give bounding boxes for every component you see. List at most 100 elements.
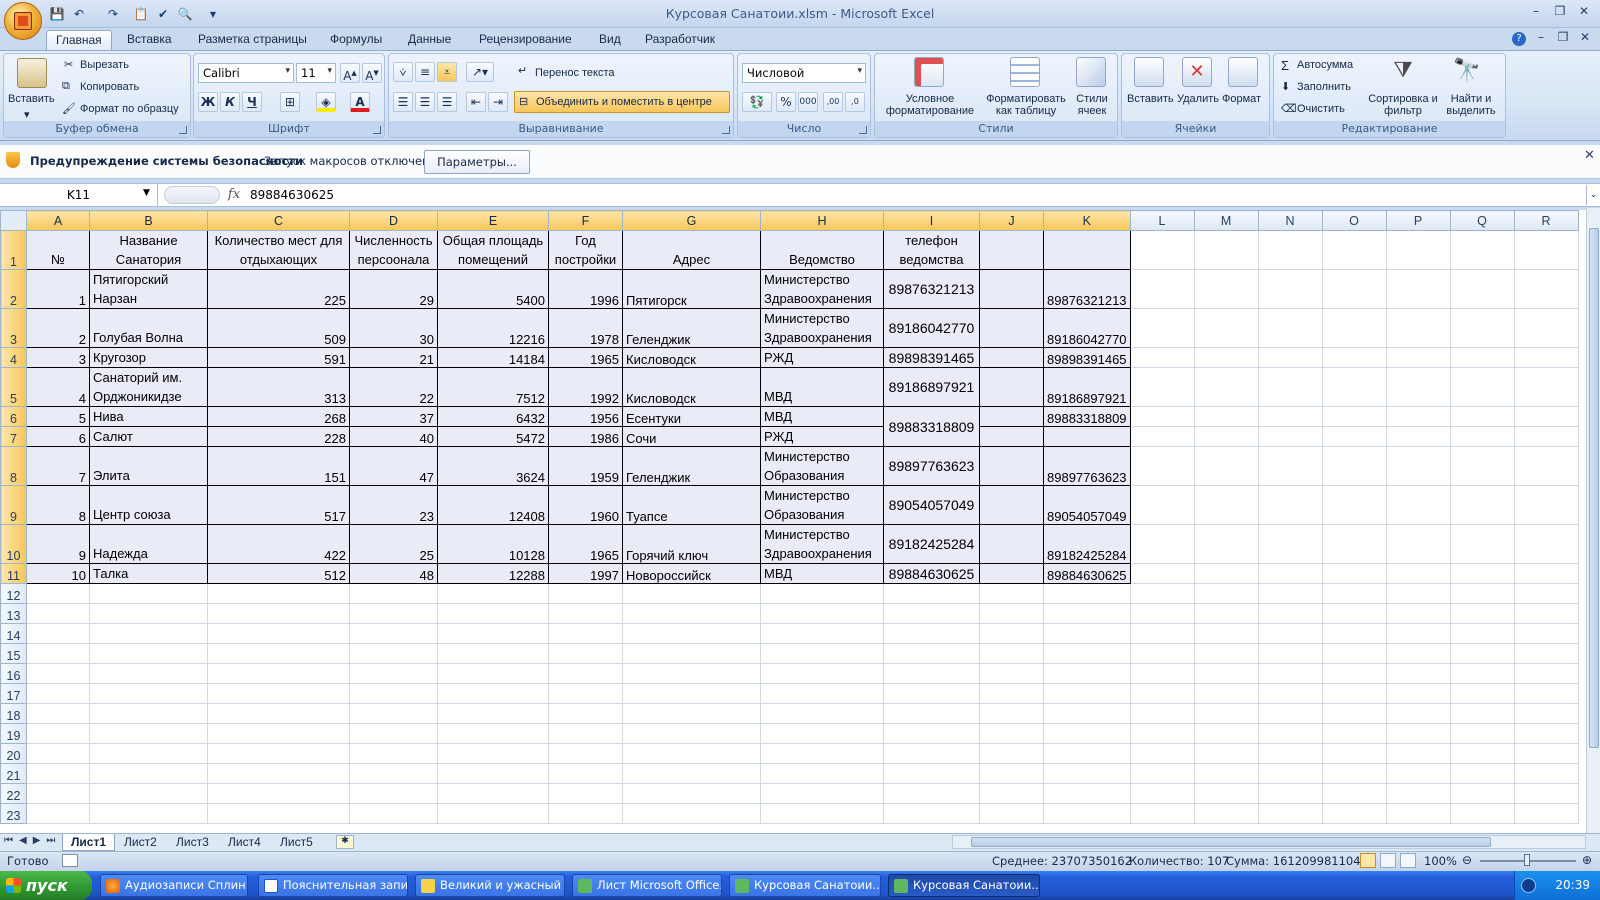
cell-phone[interactable]: 89883318809 [883, 406, 980, 447]
cell[interactable] [1129, 367, 1195, 407]
cell[interactable] [760, 643, 884, 664]
format-as-table-icon[interactable] [1010, 57, 1040, 87]
cell-places[interactable]: 591 [207, 347, 350, 368]
cell[interactable] [1449, 426, 1515, 447]
cell[interactable] [1193, 683, 1259, 704]
cell[interactable] [437, 783, 549, 804]
cell-n[interactable]: 9 [26, 524, 90, 564]
cell[interactable] [207, 643, 350, 664]
insert-cells-button[interactable]: Вставить [1127, 93, 1174, 105]
cell[interactable] [622, 763, 761, 784]
formula-input[interactable]: 89884630625 [250, 184, 334, 206]
cell[interactable] [1513, 230, 1579, 270]
cell[interactable] [1513, 524, 1579, 564]
cut-icon[interactable]: ✂ [64, 58, 73, 71]
cell[interactable] [1193, 367, 1259, 407]
format-painter-button[interactable]: Формат по образцу [80, 103, 179, 115]
dialog-launcher-icon[interactable] [722, 126, 730, 134]
cell-staff[interactable]: 21 [349, 347, 438, 368]
cell[interactable] [437, 663, 549, 684]
cell-styles-icon[interactable] [1076, 57, 1106, 87]
cell-area[interactable]: 3624 [437, 446, 549, 486]
cell[interactable] [1513, 763, 1579, 784]
formula-bar-splitter[interactable] [164, 186, 220, 204]
cell[interactable] [1129, 763, 1195, 784]
tab-formulas[interactable]: Формулы [321, 30, 391, 50]
cell-city[interactable]: Есентуки [622, 406, 761, 427]
cell[interactable] [1321, 703, 1387, 724]
cell[interactable] [979, 308, 1044, 348]
cell-n[interactable]: 4 [26, 367, 90, 407]
cell[interactable] [1449, 406, 1515, 427]
cell-year[interactable]: 1992 [548, 367, 623, 407]
cell[interactable] [1449, 643, 1515, 664]
insert-function-icon[interactable]: fx [222, 184, 246, 206]
sheet-tab-2[interactable]: Лист2 [116, 834, 165, 851]
tab-page-layout[interactable]: Разметка страницы [189, 30, 316, 50]
cell[interactable] [1193, 723, 1259, 744]
cell[interactable] [1513, 723, 1579, 744]
cell[interactable] [1129, 623, 1195, 644]
cell[interactable] [1129, 485, 1195, 525]
cell[interactable] [1257, 308, 1323, 348]
font-size-select[interactable]: 11 [296, 63, 336, 83]
conditional-formatting-button[interactable]: Условное форматирование [880, 93, 980, 117]
cell[interactable] [437, 643, 549, 664]
cell[interactable] [26, 783, 90, 804]
cell[interactable] [1513, 406, 1579, 427]
cell[interactable] [1129, 723, 1195, 744]
cell[interactable] [1193, 703, 1259, 724]
cell[interactable] [979, 426, 1044, 447]
cell[interactable] [89, 683, 208, 704]
cell[interactable] [1129, 683, 1195, 704]
cell[interactable] [1043, 723, 1131, 744]
cell[interactable] [1321, 308, 1387, 348]
cell[interactable] [622, 623, 761, 644]
cell[interactable] [548, 663, 623, 684]
cell[interactable] [1449, 308, 1515, 348]
cell-dept[interactable]: Министерство Здравоохранения [760, 308, 884, 348]
row-header[interactable]: 14 [0, 623, 27, 644]
header-cell[interactable]: Год постройки [548, 230, 623, 270]
cell[interactable] [1449, 783, 1515, 804]
cell-n[interactable]: 3 [26, 347, 90, 368]
delete-cells-button[interactable]: Удалить [1177, 93, 1219, 105]
sheet-tab-5[interactable]: Лист5 [272, 834, 321, 851]
wb-restore-icon[interactable]: ❐ [1552, 30, 1574, 48]
cell-dept[interactable]: Министерство Здравоохранения [760, 524, 884, 564]
row-header[interactable]: 10 [0, 524, 27, 564]
column-header-f[interactable]: F [548, 210, 623, 231]
format-cells-icon[interactable] [1228, 57, 1258, 87]
cell[interactable] [1513, 347, 1579, 368]
cell[interactable] [979, 703, 1044, 724]
wrap-text-button[interactable]: Перенос текста [535, 67, 615, 79]
select-all-corner[interactable] [0, 210, 27, 231]
cell[interactable] [1129, 803, 1195, 824]
cell[interactable] [349, 603, 438, 624]
cell[interactable] [1449, 446, 1515, 486]
zoom-slider-thumb[interactable] [1524, 854, 1530, 866]
cell-staff[interactable]: 23 [349, 485, 438, 525]
row-header[interactable]: 19 [0, 723, 27, 744]
cell[interactable] [89, 763, 208, 784]
cell[interactable] [1321, 783, 1387, 804]
cell[interactable] [1129, 406, 1195, 427]
cell[interactable] [883, 583, 980, 604]
cell-dept[interactable]: МВД [760, 406, 884, 427]
cell-year[interactable]: 1986 [548, 426, 623, 447]
taskbar-item-1[interactable]: Аудиозаписи Сплин ... [100, 874, 248, 897]
cell-k[interactable]: 89898391465 [1043, 347, 1131, 368]
cell[interactable] [979, 446, 1044, 486]
cell-phone[interactable]: 89186042770 [883, 308, 980, 348]
cell[interactable] [883, 663, 980, 684]
cell-name[interactable]: Элита [89, 446, 208, 486]
horizontal-scroll-thumb[interactable] [971, 837, 1491, 847]
cell[interactable] [349, 703, 438, 724]
cell[interactable] [1385, 663, 1451, 684]
find-select-button[interactable]: Найти и выделить [1440, 93, 1502, 117]
format-as-table-button[interactable]: Форматировать как таблицу [984, 93, 1068, 117]
page-break-view-icon[interactable] [1400, 853, 1416, 868]
horizontal-scrollbar[interactable] [952, 835, 1586, 849]
cell[interactable] [1513, 426, 1579, 447]
cell-k[interactable]: 89884630625 [1043, 563, 1131, 584]
